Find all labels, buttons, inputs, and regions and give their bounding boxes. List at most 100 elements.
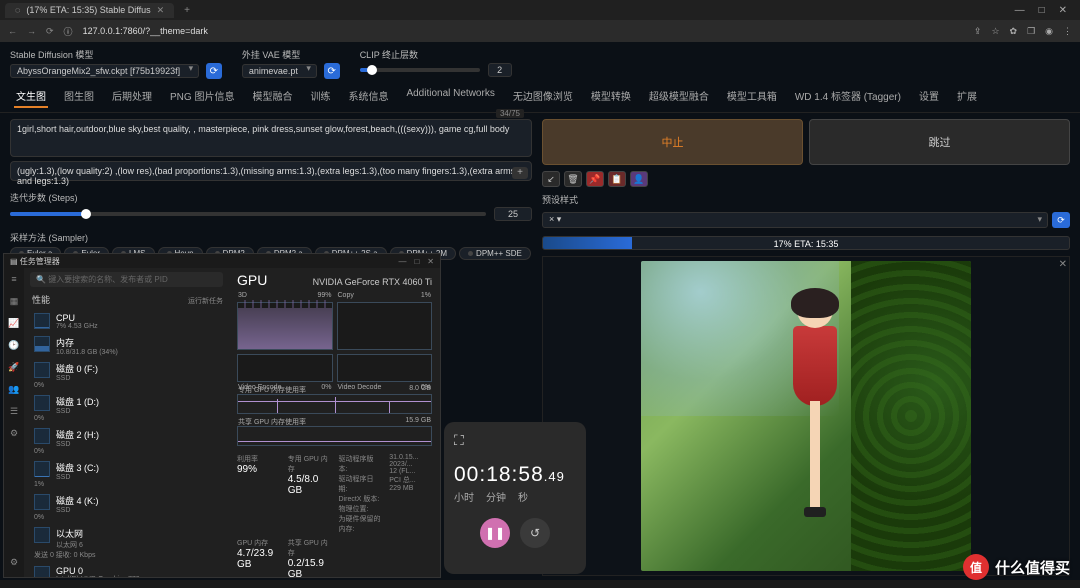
tm-users-icon[interactable]: 👥 (8, 384, 20, 396)
browser-tab[interactable]: ◌ (17% ETA: 15:35) Stable Diffus ✕ (5, 3, 174, 18)
perf-item[interactable]: 内存10.8/31.8 GB (34%) (30, 333, 223, 359)
tm-hist-icon[interactable]: 🕑 (8, 340, 20, 352)
close-icon[interactable]: ✕ (1059, 259, 1067, 270)
ext-icon[interactable]: ✿ (1010, 26, 1018, 37)
tm-perf-icon[interactable]: 📈 (8, 318, 20, 330)
window-min[interactable]: — (1015, 5, 1025, 16)
perf-item[interactable]: GPU 0Intel(R) UHD Graphics 7700% (30, 563, 223, 577)
tm-proc-icon[interactable]: ▦ (8, 296, 20, 308)
perf-item[interactable]: 磁盘 4 (K:)SSD0% (30, 491, 223, 524)
pin-icon[interactable]: 📌 (586, 171, 604, 187)
watermark-icon: 值 (963, 554, 989, 580)
tab-5[interactable]: 训练 (308, 85, 332, 108)
puzzle-icon[interactable]: ❐ (1027, 26, 1035, 37)
vae-model-select[interactable]: animevae.pt (242, 64, 317, 78)
person-icon[interactable]: 👤 (630, 171, 648, 187)
tm-title-text: 任务管理器 (20, 256, 60, 267)
prompt-counter: 34/75 (496, 109, 524, 118)
tab-favicon: ◌ (15, 5, 20, 15)
progress-bar: 17% ETA: 15:35 (542, 236, 1070, 250)
tab-9[interactable]: 模型转换 (589, 85, 633, 108)
steps-label: 迭代步数 (Steps) (10, 191, 532, 204)
prompt-input[interactable]: 1girl,short hair,outdoor,blue sky,best q… (10, 119, 532, 157)
star-icon[interactable]: ☆ (991, 26, 999, 37)
window-close[interactable]: ✕ (427, 257, 434, 266)
browser-tabbar: ◌ (17% ETA: 15:35) Stable Diffus ✕ + — □… (0, 0, 1080, 20)
window-min[interactable]: — (398, 257, 406, 266)
style-select[interactable]: × ▾ (542, 212, 1048, 228)
tab-8[interactable]: 无边图像浏览 (511, 85, 575, 108)
nav-fwd: → (27, 26, 36, 37)
nav-back[interactable]: ← (8, 26, 17, 37)
gpu-copy-graph: Copy1% (337, 302, 433, 350)
tm-details-icon[interactable]: ☰ (8, 406, 20, 418)
tab-2[interactable]: 后期处理 (110, 85, 154, 108)
user-icon[interactable]: ◉ (1045, 26, 1053, 37)
tab-3[interactable]: PNG 图片信息 (168, 85, 236, 108)
url-field[interactable]: 127.0.0.1:7860/?__theme=dark (83, 26, 964, 36)
steps-value[interactable]: 25 (494, 207, 532, 221)
add-button[interactable]: + (512, 167, 528, 179)
generated-image[interactable] (641, 261, 971, 571)
sampler-option[interactable]: DPM++ SDE (459, 247, 531, 260)
tm-menu-icon[interactable]: ≡ (8, 274, 20, 286)
gpu-model: NVIDIA GeForce RTX 4060 Ti (313, 277, 432, 287)
tm-settings-icon[interactable]: ⚙ (8, 557, 20, 569)
tab-7[interactable]: Additional Networks (404, 85, 496, 108)
gpu-title: GPU (237, 272, 267, 288)
reset-button[interactable]: ↺ (520, 518, 550, 548)
perf-item[interactable]: 磁盘 0 (F:)SSD0% (30, 359, 223, 392)
perf-item[interactable]: 磁盘 2 (H:)SSD0% (30, 425, 223, 458)
stop-button[interactable]: 中止 (542, 119, 803, 165)
style-refresh-icon[interactable]: ⟳ (1052, 212, 1070, 228)
tm-icon: ▤ (10, 257, 18, 266)
expand-icon[interactable]: ⛶ (454, 432, 576, 449)
tab-14[interactable]: 扩展 (955, 85, 979, 108)
stopwatch-widget[interactable]: ⛶ 00:18:58.49 小时 分钟 秒 ❚❚ ↺ (444, 422, 586, 574)
skip-button[interactable]: 跳过 (809, 119, 1070, 165)
menu-icon[interactable]: ⋮ (1063, 26, 1072, 37)
window-close[interactable]: ✕ (1059, 5, 1067, 16)
perf-item[interactable]: 以太网以太网 6发送 0 接收: 0 Kbps (30, 524, 223, 563)
copy-icon[interactable]: 📋 (608, 171, 626, 187)
refresh-icon[interactable]: ⟳ (324, 63, 340, 79)
vae-model-label: 外挂 VAE 模型 (242, 48, 340, 61)
share-icon[interactable]: ⇪ (974, 26, 982, 37)
tab-4[interactable]: 模型融合 (250, 85, 294, 108)
url-bar: ← → ⟳ ⓘ 127.0.0.1:7860/?__theme=dark ⇪ ☆… (0, 20, 1080, 42)
pause-button[interactable]: ❚❚ (480, 518, 510, 548)
clip-slider[interactable] (360, 68, 480, 72)
window-max[interactable]: □ (414, 257, 419, 266)
window-max[interactable]: □ (1039, 5, 1045, 16)
trash-icon[interactable]: 🗑 (564, 171, 582, 187)
tm-run-new[interactable]: 运行新任务 (188, 296, 223, 306)
sd-model-select[interactable]: AbyssOrangeMix2_sfw.ckpt [f75b19923f] (10, 64, 199, 78)
tab-12[interactable]: WD 1.4 标签器 (Tagger) (793, 85, 903, 108)
perf-item[interactable]: 磁盘 3 (C:)SSD1% (30, 458, 223, 491)
new-tab-button[interactable]: + (178, 5, 196, 16)
tm-startup-icon[interactable]: 🚀 (8, 362, 20, 374)
tab-11[interactable]: 模型工具箱 (725, 85, 779, 108)
tab-6[interactable]: 系统信息 (346, 85, 390, 108)
tab-1[interactable]: 图生图 (62, 85, 96, 108)
negative-prompt-input[interactable]: (ugly:1.3),(low quality:2) ,(low res),(b… (10, 161, 532, 181)
steps-slider[interactable] (10, 212, 486, 216)
tab-13[interactable]: 设置 (917, 85, 941, 108)
refresh-icon[interactable]: ⟳ (206, 63, 222, 79)
tm-services-icon[interactable]: ⚙ (8, 428, 20, 440)
task-manager-window[interactable]: ▤ 任务管理器 — □ ✕ ≡ ▦ 📈 🕑 🚀 👥 ☰ ⚙ ⚙ 🔍 键入要搜索的… (3, 253, 441, 578)
app-tabs: 文生图图生图后期处理 PNG 图片信息模型融合训练系统信息 Additional N… (0, 81, 1080, 113)
watermark: 值 什么值得买 (963, 554, 1070, 580)
arrow-icon[interactable]: ↙ (542, 171, 560, 187)
perf-item[interactable]: CPU7% 4.53 GHz (30, 310, 223, 333)
gpu-dedmem-graph: 专用 GPU 内存使用率8.0 GB (237, 394, 432, 414)
tab-10[interactable]: 超级模型融合 (647, 85, 711, 108)
perf-item[interactable]: 磁盘 1 (D:)SSD0% (30, 392, 223, 425)
nav-reload[interactable]: ⟳ (46, 26, 54, 37)
tm-search[interactable]: 🔍 键入要搜索的名称、发布者或 PID (30, 272, 223, 287)
clip-value[interactable]: 2 (488, 63, 512, 77)
gpu-venc-graph: Video Encode0% (237, 354, 333, 382)
close-icon[interactable]: ✕ (157, 5, 165, 16)
site-info-icon[interactable]: ⓘ (64, 25, 73, 38)
tab-0[interactable]: 文生图 (14, 85, 48, 108)
